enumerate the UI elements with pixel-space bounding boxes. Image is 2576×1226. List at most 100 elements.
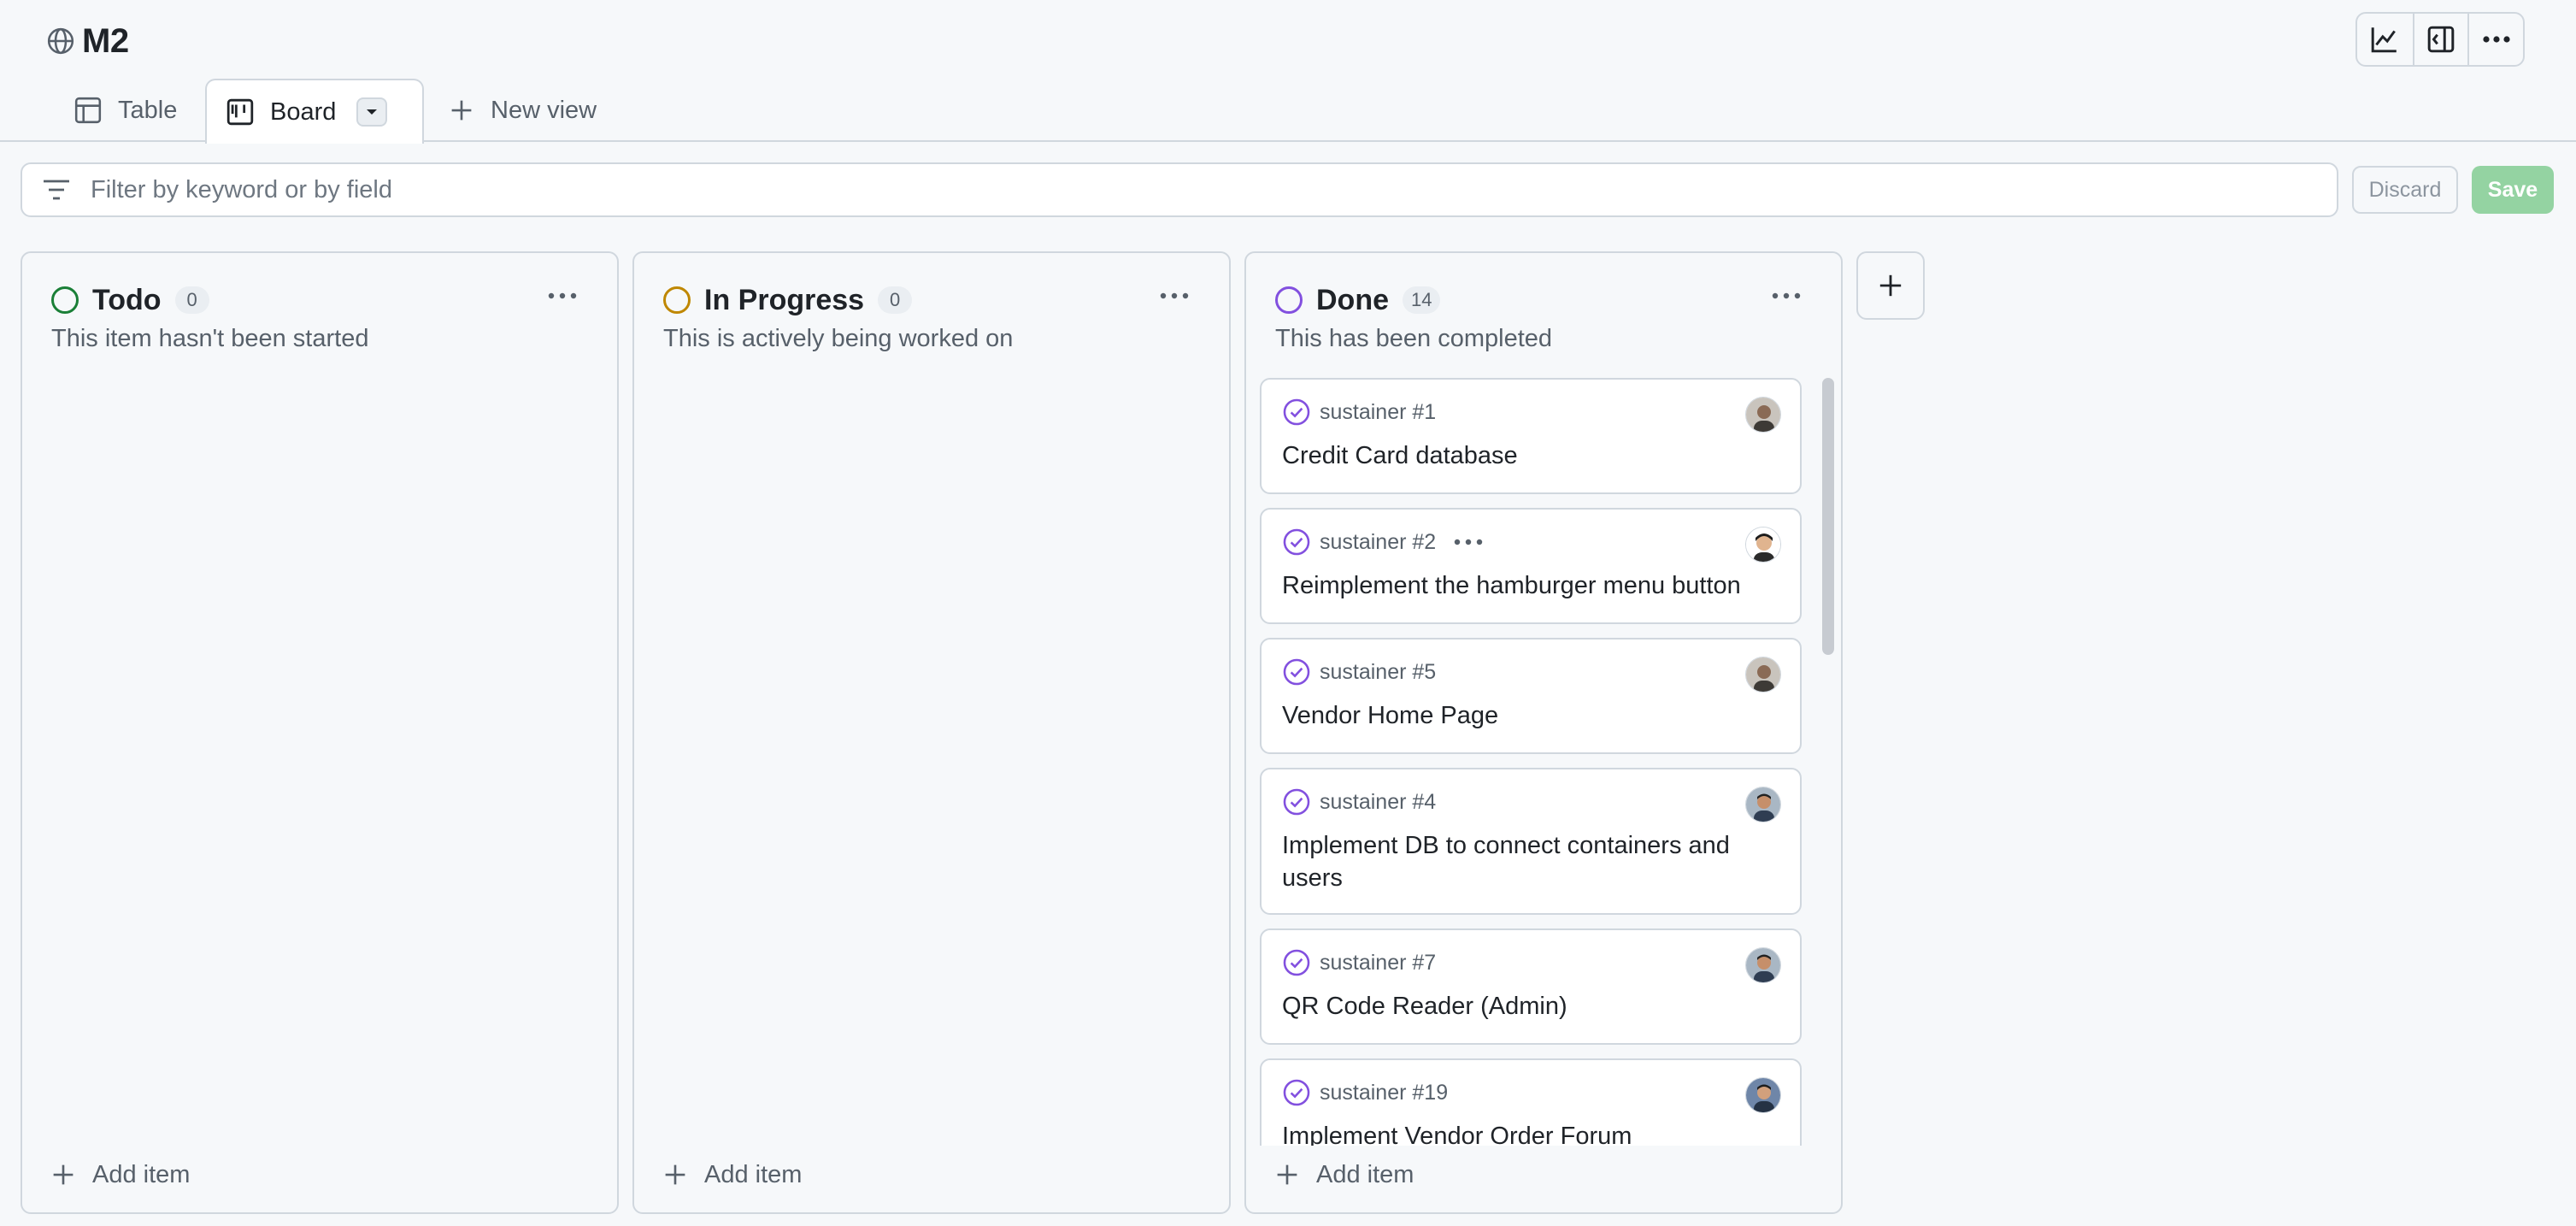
table-icon <box>74 97 102 124</box>
column-menu-button[interactable] <box>542 284 583 308</box>
column-title: Todo <box>92 283 162 316</box>
add-item-label: Add item <box>92 1160 191 1188</box>
add-item-button[interactable]: Add item <box>1275 1156 1414 1194</box>
card-title[interactable]: QR Code Reader (Admin) <box>1282 990 1761 1023</box>
column-header: Todo 0 <box>51 279 209 321</box>
card-meta: sustainer #5 <box>1282 657 1436 687</box>
plus-icon <box>665 1164 685 1185</box>
filter-bar <box>21 162 2338 217</box>
more-options-icon <box>1772 292 1801 299</box>
card-title[interactable]: Vendor Home Page <box>1282 699 1761 732</box>
item-count-badge: 0 <box>878 286 913 314</box>
add-item-button[interactable]: Add item <box>663 1156 802 1194</box>
closed-issue-check-icon <box>1283 949 1310 976</box>
new-view-label: New view <box>491 96 597 124</box>
issue-card[interactable]: sustainer #1 Credit Card database <box>1260 378 1802 494</box>
caret-down-icon <box>367 109 378 115</box>
card-ref: sustainer #1 <box>1320 399 1437 424</box>
card-title[interactable]: Reimplement the hamburger menu button <box>1282 569 1761 602</box>
card-ref: sustainer #4 <box>1320 789 1437 814</box>
issue-card[interactable]: sustainer #19 Implement Vendor Order For… <box>1260 1058 1802 1146</box>
column-description: This has been completed <box>1275 325 1553 352</box>
view-tabs: Table Board New view <box>0 79 2576 144</box>
card-title[interactable]: Implement DB to connect containers and u… <box>1282 829 1761 894</box>
card-meta: sustainer #7 <box>1282 947 1436 978</box>
more-options-icon <box>1455 539 1483 545</box>
status-in-progress-icon <box>663 286 691 314</box>
card-ref: sustainer #7 <box>1320 950 1437 975</box>
column-header: Done 14 <box>1275 279 1441 321</box>
card-title[interactable]: Credit Card database <box>1282 439 1761 472</box>
issue-card[interactable]: sustainer #5 Vendor Home Page <box>1260 638 1802 754</box>
column-description: This is actively being worked on <box>663 325 1014 352</box>
side-panel-button[interactable] <box>2412 14 2468 65</box>
more-options-icon <box>1160 292 1189 299</box>
filter-icon <box>22 178 91 202</box>
add-item-label: Add item <box>1316 1160 1414 1188</box>
tab-board[interactable]: Board <box>205 79 424 144</box>
card-list: sustainer #1 Credit Card database sustai… <box>1260 378 1812 1146</box>
assignee-avatar[interactable] <box>1745 397 1781 433</box>
discard-button[interactable]: Discard <box>2352 166 2458 214</box>
column-menu-button[interactable] <box>1766 284 1807 308</box>
tab-table-label: Table <box>118 96 178 124</box>
closed-issue-check-icon <box>1283 788 1310 816</box>
assignee-avatar[interactable] <box>1745 947 1781 983</box>
plus-icon <box>1277 1164 1297 1185</box>
add-item-label: Add item <box>704 1160 803 1188</box>
tab-board-label: Board <box>270 97 337 126</box>
card-meta: sustainer #1 <box>1282 397 1436 427</box>
item-count-badge: 0 <box>174 286 209 314</box>
card-list-scrollbar[interactable] <box>1822 378 1834 655</box>
issue-card[interactable]: sustainer #2 Reimplement the hamburger m… <box>1260 508 1802 624</box>
plus-icon <box>53 1164 74 1185</box>
column-in-progress: In Progress 0 This is actively being wor… <box>632 251 1231 1214</box>
add-column-button[interactable] <box>1856 251 1925 320</box>
card-meta: sustainer #4 <box>1282 787 1436 817</box>
column-title: Done <box>1316 283 1389 316</box>
project-board-page: M2 Table Board New view Filter by keywor… <box>0 0 2576 1226</box>
view-options-dropdown[interactable] <box>356 97 388 127</box>
item-count-badge: 14 <box>1403 286 1441 314</box>
column-done: Done 14 This has been completed sustaine… <box>1244 251 1843 1214</box>
card-meta: sustainer #19 <box>1282 1077 1448 1108</box>
page-title: M2 <box>82 21 129 60</box>
insights-button[interactable] <box>2357 14 2413 65</box>
insights-graph-icon <box>2372 27 2397 53</box>
closed-issue-check-icon <box>1283 398 1310 426</box>
card-ref: sustainer #2 <box>1320 529 1437 554</box>
add-item-button[interactable]: Add item <box>51 1156 190 1194</box>
column-title: In Progress <box>704 283 865 316</box>
more-options-button[interactable] <box>2467 14 2523 65</box>
issue-card[interactable]: sustainer #4 Implement DB to connect con… <box>1260 768 1802 915</box>
filter-input[interactable] <box>91 175 2337 204</box>
plus-icon <box>1879 274 1902 297</box>
board-icon <box>226 98 254 126</box>
card-ref: sustainer #19 <box>1320 1080 1449 1105</box>
side-panel-icon <box>2427 26 2455 53</box>
card-ref: sustainer #5 <box>1320 659 1437 684</box>
column-todo: Todo 0 This item hasn't been started Add… <box>21 251 619 1214</box>
column-menu-button[interactable] <box>1154 284 1195 308</box>
assignee-avatar[interactable] <box>1745 787 1781 822</box>
issue-card[interactable]: sustainer #7 QR Code Reader (Admin) <box>1260 928 1802 1045</box>
assignee-avatar[interactable] <box>1745 1077 1781 1113</box>
globe-icon <box>46 27 75 56</box>
tab-table[interactable]: Table <box>55 79 196 142</box>
toolbar-icon-group <box>2355 12 2525 67</box>
card-options-button[interactable] <box>1453 538 1484 546</box>
closed-issue-check-icon <box>1283 528 1310 556</box>
card-title[interactable]: Implement Vendor Order Forum <box>1282 1120 1761 1146</box>
closed-issue-check-icon <box>1283 658 1310 686</box>
save-button[interactable]: Save <box>2472 166 2554 214</box>
closed-issue-check-icon <box>1283 1079 1310 1106</box>
project-header: M2 <box>46 19 129 63</box>
card-meta: sustainer #2 <box>1282 527 1484 557</box>
assignee-avatar[interactable] <box>1745 657 1781 693</box>
plus-icon <box>451 100 472 121</box>
column-description: This item hasn't been started <box>51 325 369 352</box>
new-view-button[interactable]: New view <box>431 79 615 142</box>
assignee-avatar[interactable] <box>1745 527 1781 563</box>
more-options-icon <box>2483 36 2510 43</box>
column-header: In Progress 0 <box>663 279 913 321</box>
